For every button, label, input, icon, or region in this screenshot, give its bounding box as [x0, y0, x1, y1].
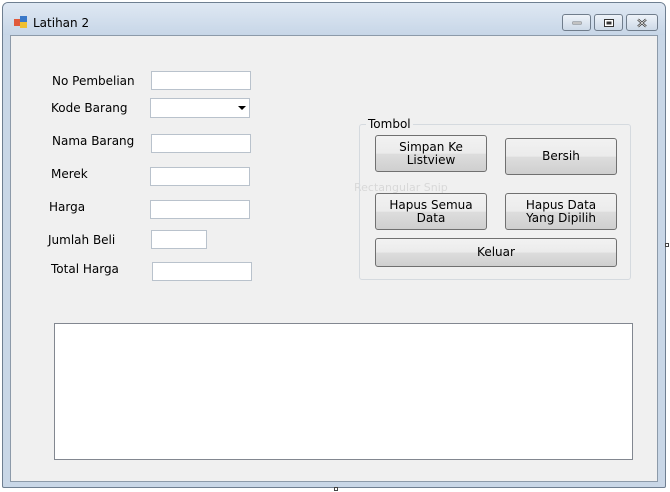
- label-jumlah-beli: Jumlah Beli: [48, 233, 116, 247]
- title-bar[interactable]: Latihan 2: [3, 3, 665, 35]
- jumlah-beli-input[interactable]: [151, 230, 207, 249]
- window-title: Latihan 2: [33, 16, 90, 30]
- maximize-icon: [603, 18, 614, 27]
- label-kode-barang: Kode Barang: [51, 101, 128, 115]
- form-window: Latihan 2 No Pembelian Kode Barang Nama …: [2, 2, 666, 488]
- label-harga: Harga: [49, 200, 86, 214]
- no-pembelian-input[interactable]: [151, 71, 251, 90]
- hapus-semua-data-button[interactable]: Hapus Semua Data: [375, 193, 487, 230]
- close-icon: [637, 18, 647, 27]
- harga-input[interactable]: [150, 200, 250, 219]
- form-app-icon: [14, 16, 27, 28]
- close-button[interactable]: [626, 14, 658, 31]
- resize-handle-right[interactable]: [665, 243, 669, 247]
- bersih-button[interactable]: Bersih: [505, 138, 617, 175]
- simpan-ke-listview-button[interactable]: Simpan Ke Listview: [375, 135, 487, 172]
- label-no-pembelian: No Pembelian: [52, 74, 135, 88]
- minimize-icon: [572, 21, 581, 24]
- keluar-button[interactable]: Keluar: [375, 238, 617, 267]
- hapus-data-yang-dipilih-button[interactable]: Hapus Data Yang Dipilih: [505, 193, 617, 230]
- label-merek: Merek: [51, 167, 88, 181]
- form-client-area: No Pembelian Kode Barang Nama Barang Mer…: [10, 35, 658, 482]
- total-harga-input[interactable]: [152, 262, 252, 281]
- resize-handle-bottom[interactable]: [334, 487, 338, 491]
- label-total-harga: Total Harga: [51, 262, 119, 276]
- nama-barang-input[interactable]: [151, 134, 251, 153]
- merek-input[interactable]: [150, 167, 250, 186]
- minimize-button[interactable]: [562, 14, 591, 31]
- label-nama-barang: Nama Barang: [52, 134, 135, 148]
- data-listview[interactable]: [54, 323, 633, 460]
- dropdown-arrow-icon[interactable]: [238, 106, 246, 110]
- tombol-group-title: Tombol: [366, 117, 413, 131]
- maximize-button[interactable]: [594, 14, 623, 31]
- kode-barang-combobox[interactable]: [150, 98, 250, 118]
